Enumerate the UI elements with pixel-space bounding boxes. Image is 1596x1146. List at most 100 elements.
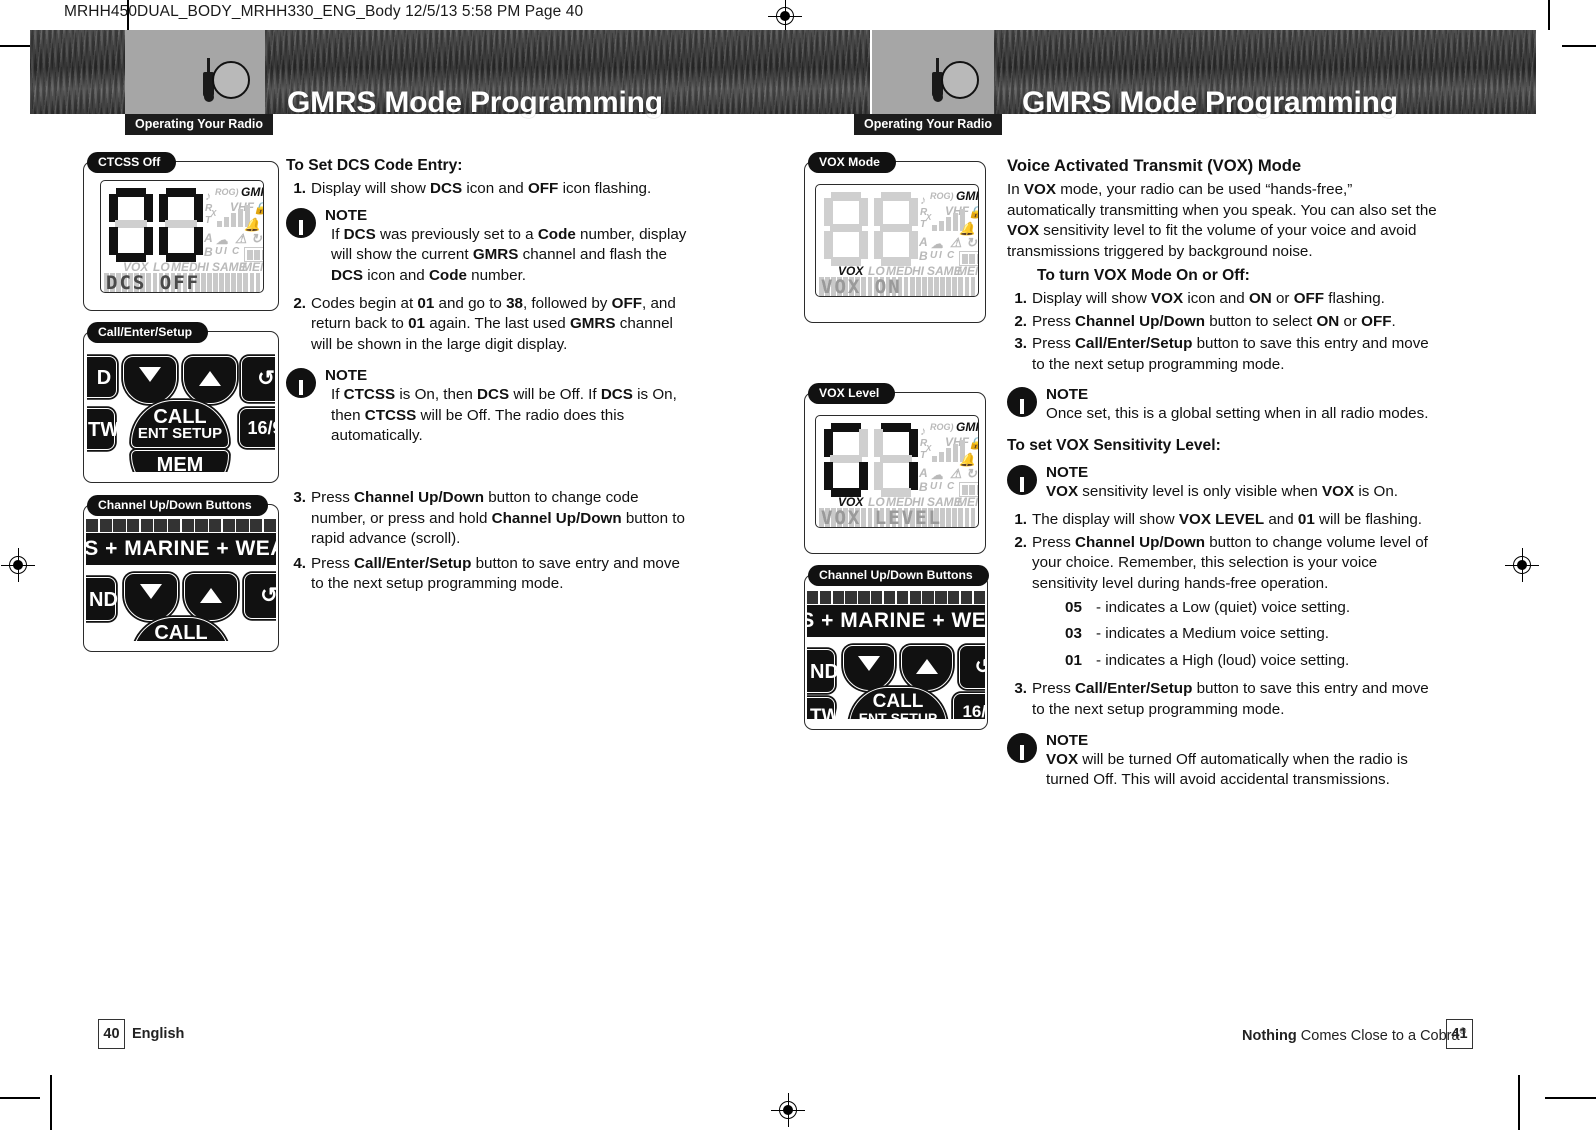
key-call-label: CALL xyxy=(154,622,208,641)
figure-call-enter-setup: Call/Enter/Setup D ↺ TW CALL ENT SETUP 1… xyxy=(83,322,279,483)
lcd-screen-vox-level: ♪ ROG) GMRS VHF 🔒 R X T 🔔 A ☁ ⚠ ↻ B U I … xyxy=(815,415,979,528)
crop-mark-right-h xyxy=(1562,45,1596,47)
list-item: 2. Codes begin at 01 and go to 38, follo… xyxy=(286,294,696,355)
note-text: VOX sensitivity level is only visible wh… xyxy=(1046,482,1398,500)
list-item: 03 - indicates a Medium voice setting. xyxy=(1065,624,1442,644)
list-item: 01 - indicates a High (loud) voice setti… xyxy=(1065,651,1442,671)
figure-vox-mode: VOX Mode ♪ ROG) GMRS VHF xyxy=(804,152,1000,323)
lcd-tx-icon: T xyxy=(920,219,927,230)
key-left-nd: ND xyxy=(807,649,839,693)
right-page-title: GMRS Mode Programming xyxy=(1022,86,1398,119)
lcd-tx-icon: T xyxy=(920,450,927,461)
lcd-c-icon: C xyxy=(947,481,955,492)
level-code: 03 xyxy=(1065,625,1082,643)
step-text: Press Channel Up/Down button to change c… xyxy=(311,489,685,548)
figure-caption-vox-mode: VOX Mode xyxy=(808,152,896,173)
lcd-screen-ctcss: ♪ ROG) GMRS VHF 🔒 R X T 🔔 A ☁ ⚠ ↻ B U I … xyxy=(100,180,264,293)
list-item: 1. Display will show VOX icon and ON or … xyxy=(1007,289,1442,309)
note-text: If CTCSS is On, then DCS will be Off. If… xyxy=(331,386,677,445)
key-channel-down[interactable] xyxy=(843,645,895,691)
note-title: NOTE xyxy=(325,367,368,385)
lcd-rog-icon: ROG) xyxy=(215,187,239,197)
key-left-tw-label: TW xyxy=(88,419,120,441)
left-steps-2: 2. Codes begin at 01 and go to 38, follo… xyxy=(286,294,696,355)
keypad-banner-label: RS + MARINE + WEATH xyxy=(807,609,985,632)
lcd-a-icon: A xyxy=(204,231,213,245)
key-left-tw: TW xyxy=(87,408,119,450)
lcd-digit-2 xyxy=(159,188,203,262)
keypad-banner-label: RS + MARINE + WEATH xyxy=(86,537,276,560)
lcd-gmrs-icon: GMRS xyxy=(956,189,978,203)
lcd-cloud-icon: ☁ xyxy=(931,468,943,482)
level-desc: - indicates a High (loud) voice setting. xyxy=(1096,651,1350,669)
step-number: 2. xyxy=(293,295,306,313)
list-item: 2. Press Channel Up/Down button to selec… xyxy=(1007,312,1442,332)
radio-lcd-strip xyxy=(807,591,985,604)
right-column-body: Voice Activated Transmit (VOX) Mode In V… xyxy=(1007,156,1442,799)
keypad-banner: RS + MARINE + WEATH xyxy=(86,533,276,565)
list-item: 3. Press Call/Enter/Setup button to save… xyxy=(1007,679,1442,720)
registration-mark-bottom xyxy=(771,1093,805,1127)
step-number: 2. xyxy=(1014,533,1027,551)
lcd-lock-icon: 🔒 xyxy=(253,201,263,215)
page-badge-right: 41 xyxy=(1446,1019,1473,1049)
key-channel-up[interactable] xyxy=(901,645,953,691)
left-steps-3: 3. Press Channel Up/Down button to chang… xyxy=(286,488,696,594)
lcd-c-icon: C xyxy=(232,246,240,257)
footer-tagline-bold: Nothing xyxy=(1242,1027,1297,1044)
lcd-tx-icon: T xyxy=(205,215,212,226)
key-left-d-label: D xyxy=(96,367,112,389)
lcd-note-icon: ♪ xyxy=(920,193,926,207)
lcd-status-hi: HI xyxy=(912,264,924,278)
note-title: NOTE xyxy=(1046,463,1089,481)
list-item: 3. Press Call/Enter/Setup button to save… xyxy=(1007,334,1442,375)
figure-caption-ctcss-off: CTCSS Off xyxy=(87,152,177,173)
note-text: Once set, this is a global setting when … xyxy=(1046,405,1429,423)
key-channel-down[interactable] xyxy=(124,573,178,621)
key-channel-up[interactable] xyxy=(184,573,238,621)
footer-language-label: English xyxy=(132,1026,185,1042)
key-left-nd-label: ND xyxy=(89,589,118,611)
key-left-tw: TW xyxy=(807,697,840,719)
file-slug: MRHH450DUAL_BODY_MRHH330_ENG_Body 12/5/1… xyxy=(64,3,584,20)
lcd-status-mem: MEM xyxy=(242,260,263,274)
key-channel-up xyxy=(183,356,237,404)
lcd-scan-icon: ↻ xyxy=(966,466,977,481)
up-arrow-icon xyxy=(916,659,938,674)
registration-mark-right xyxy=(1505,548,1539,582)
lcd-screen-vox-mode: ♪ ROG) GMRS VHF 🔒 R X T 🔔 A ☁ ⚠ ↻ B U I … xyxy=(815,184,979,297)
figure-caption-channel-up-down-right: Channel Up/Down Buttons xyxy=(808,565,989,586)
lcd-b-icon: B xyxy=(919,249,928,263)
lcd-lock-icon: 🔒 xyxy=(968,436,978,450)
step-text: Press Channel Up/Down button to select O… xyxy=(1032,312,1396,330)
note-text: If DCS was previously set to a Code numb… xyxy=(331,225,687,284)
lcd-note-icon: ♪ xyxy=(920,424,926,438)
list-item: 3. Press Channel Up/Down button to chang… xyxy=(286,488,696,549)
step-text: Press Call/Enter/Setup button to save th… xyxy=(1032,335,1429,373)
lcd-b-icon: B xyxy=(204,245,213,259)
right-steps-2: 1. The display will show VOX LEVEL and 0… xyxy=(1007,510,1442,594)
lcd-gmrs-icon: GMRS xyxy=(956,420,978,434)
page-badge-left: 40 xyxy=(98,1019,125,1049)
key-169-label: 16/9 xyxy=(247,418,275,438)
radio-icon xyxy=(199,58,251,104)
keypad-banner: RS + MARINE + WEATH xyxy=(807,605,985,637)
lcd-lock-icon: 🔒 xyxy=(968,205,978,219)
page-number-right: 41 xyxy=(1451,1026,1468,1042)
crop-mark-top-right-v xyxy=(1548,0,1550,30)
lcd-u-icon: U xyxy=(930,250,938,261)
lcd-digit-1 xyxy=(824,192,868,266)
lcd-i-icon: I xyxy=(939,481,942,492)
figure-channel-up-down-right: Channel Up/Down Buttons RS + MARINE + WE… xyxy=(804,565,1000,730)
key-channel-down xyxy=(123,356,177,404)
right-header-tab: Operating Your Radio xyxy=(854,114,1003,135)
lcd-status-mem: MEM xyxy=(957,264,978,278)
note-icon xyxy=(1007,732,1037,763)
list-item: 1. The display will show VOX LEVEL and 0… xyxy=(1007,510,1442,530)
lcd-warning-icon: ⚠ xyxy=(950,235,962,250)
lcd-scan-icon: ↻ xyxy=(251,231,262,246)
level-code: 01 xyxy=(1065,651,1082,669)
key-left-nd-label: ND xyxy=(810,661,839,683)
note-icon xyxy=(286,207,316,238)
step-number: 2. xyxy=(1014,312,1027,330)
